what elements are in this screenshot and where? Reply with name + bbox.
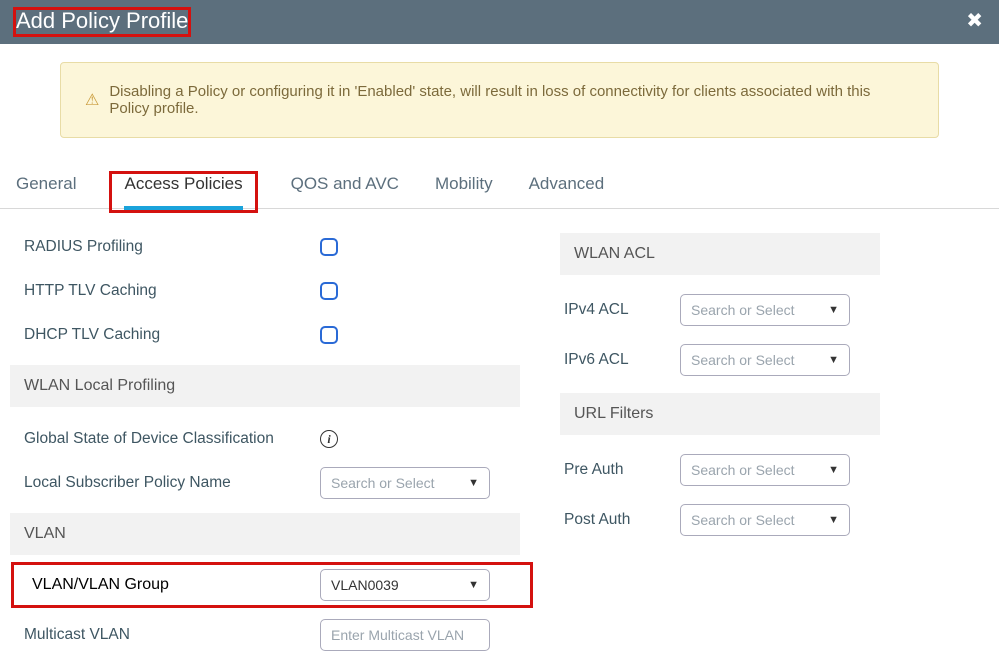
content-area: RADIUS Profiling HTTP TLV Caching DHCP T…: [0, 209, 999, 657]
row-ipv4-acl: IPv4 ACL Search or Select ▼: [560, 285, 940, 335]
input-multicast-vlan[interactable]: Enter Multicast VLAN: [320, 619, 490, 651]
select-pre-auth-placeholder: Search or Select: [691, 462, 795, 478]
tab-mobility[interactable]: Mobility: [435, 174, 493, 208]
select-vlan-value: VLAN0039: [331, 577, 399, 593]
checkbox-dhcp-tlv[interactable]: [320, 326, 338, 344]
row-http-tlv: HTTP TLV Caching: [10, 269, 520, 313]
label-post-auth: Post Auth: [560, 511, 680, 529]
modal-title-highlight: Add Policy Profile: [14, 8, 190, 36]
label-vlan-group: VLAN/VLAN Group: [14, 576, 320, 594]
section-wlan-acl: WLAN ACL: [560, 233, 880, 275]
section-vlan: VLAN: [10, 513, 520, 555]
label-http-tlv: HTTP TLV Caching: [10, 282, 320, 300]
select-ipv4-placeholder: Search or Select: [691, 302, 795, 318]
select-vlan-group[interactable]: VLAN0039 ▼: [320, 569, 490, 601]
row-global-state: Global State of Device Classification i: [10, 417, 520, 461]
tab-advanced[interactable]: Advanced: [529, 174, 605, 208]
select-pre-auth[interactable]: Search or Select ▼: [680, 454, 850, 486]
select-ipv6-placeholder: Search or Select: [691, 352, 795, 368]
label-radius-profiling: RADIUS Profiling: [10, 238, 320, 256]
select-local-subscriber-placeholder: Search or Select: [331, 475, 435, 491]
label-local-subscriber: Local Subscriber Policy Name: [10, 474, 320, 492]
input-multicast-placeholder: Enter Multicast VLAN: [331, 627, 464, 643]
label-pre-auth: Pre Auth: [560, 461, 680, 479]
tab-general[interactable]: General: [16, 174, 76, 208]
section-wlan-local-profiling: WLAN Local Profiling: [10, 365, 520, 407]
label-ipv6-acl: IPv6 ACL: [560, 351, 680, 369]
select-local-subscriber[interactable]: Search or Select ▼: [320, 467, 490, 499]
chevron-down-icon: ▼: [828, 304, 839, 316]
modal-title: Add Policy Profile: [16, 8, 188, 33]
close-icon[interactable]: ✖: [966, 8, 983, 33]
label-ipv4-acl: IPv4 ACL: [560, 301, 680, 319]
row-post-auth: Post Auth Search or Select ▼: [560, 495, 940, 545]
label-global-state: Global State of Device Classification: [10, 425, 320, 453]
chevron-down-icon: ▼: [468, 579, 479, 591]
row-dhcp-tlv: DHCP TLV Caching: [10, 313, 520, 357]
label-multicast-vlan: Multicast VLAN: [10, 626, 320, 644]
row-multicast-vlan: Multicast VLAN Enter Multicast VLAN: [10, 613, 520, 657]
row-local-subscriber: Local Subscriber Policy Name Search or S…: [10, 461, 520, 505]
tab-qos-avc[interactable]: QOS and AVC: [291, 174, 399, 208]
tab-access-policies[interactable]: Access Policies: [124, 174, 242, 210]
row-radius-profiling: RADIUS Profiling: [10, 225, 520, 269]
warning-icon: ⚠: [85, 90, 99, 110]
modal-header: Add Policy Profile ✖: [0, 0, 999, 44]
tab-bar: General Access Policies QOS and AVC Mobi…: [0, 138, 999, 209]
select-ipv4-acl[interactable]: Search or Select ▼: [680, 294, 850, 326]
vlan-row-highlight: VLAN/VLAN Group VLAN0039 ▼: [14, 565, 530, 605]
chevron-down-icon: ▼: [828, 464, 839, 476]
checkbox-radius-profiling[interactable]: [320, 238, 338, 256]
right-column: WLAN ACL IPv4 ACL Search or Select ▼ IPv…: [520, 225, 940, 657]
left-column: RADIUS Profiling HTTP TLV Caching DHCP T…: [0, 225, 520, 657]
select-post-auth[interactable]: Search or Select ▼: [680, 504, 850, 536]
chevron-down-icon: ▼: [828, 354, 839, 366]
tab-access-highlight: Access Policies: [112, 174, 254, 210]
warning-alert: ⚠ Disabling a Policy or configuring it i…: [60, 62, 939, 138]
info-icon[interactable]: i: [320, 430, 338, 448]
section-url-filters: URL Filters: [560, 393, 880, 435]
row-pre-auth: Pre Auth Search or Select ▼: [560, 445, 940, 495]
label-dhcp-tlv: DHCP TLV Caching: [10, 326, 320, 344]
row-ipv6-acl: IPv6 ACL Search or Select ▼: [560, 335, 940, 385]
checkbox-http-tlv[interactable]: [320, 282, 338, 300]
select-ipv6-acl[interactable]: Search or Select ▼: [680, 344, 850, 376]
chevron-down-icon: ▼: [828, 514, 839, 526]
chevron-down-icon: ▼: [468, 477, 479, 489]
select-post-auth-placeholder: Search or Select: [691, 512, 795, 528]
warning-text: Disabling a Policy or configuring it in …: [109, 83, 914, 117]
